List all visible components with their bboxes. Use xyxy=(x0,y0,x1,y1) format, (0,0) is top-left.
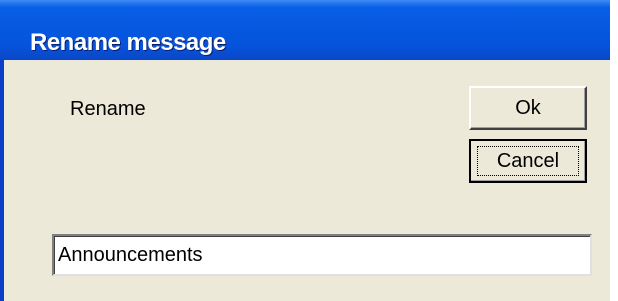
new-name-input[interactable] xyxy=(52,234,592,276)
cancel-button-label: Cancel xyxy=(477,146,579,176)
rename-message-dialog: Rename message Rename Ok Cancel xyxy=(0,0,614,301)
title-bar[interactable]: Rename message xyxy=(0,0,614,60)
cancel-button[interactable]: Cancel xyxy=(469,139,587,183)
background-strip xyxy=(610,0,618,301)
ok-button[interactable]: Ok xyxy=(469,86,587,130)
rename-prompt-label: Rename xyxy=(70,98,146,120)
window-title: Rename message xyxy=(30,29,226,56)
